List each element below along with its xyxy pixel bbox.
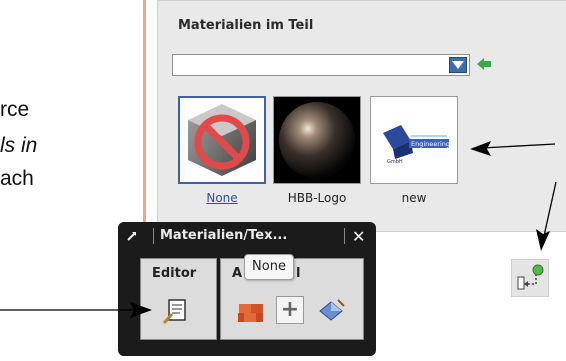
arrow-to-editor bbox=[0, 302, 152, 318]
arrow-to-side-button bbox=[536, 181, 557, 251]
arrow-to-new-tile bbox=[470, 141, 556, 156]
annotation-arrows bbox=[0, 141, 557, 318]
